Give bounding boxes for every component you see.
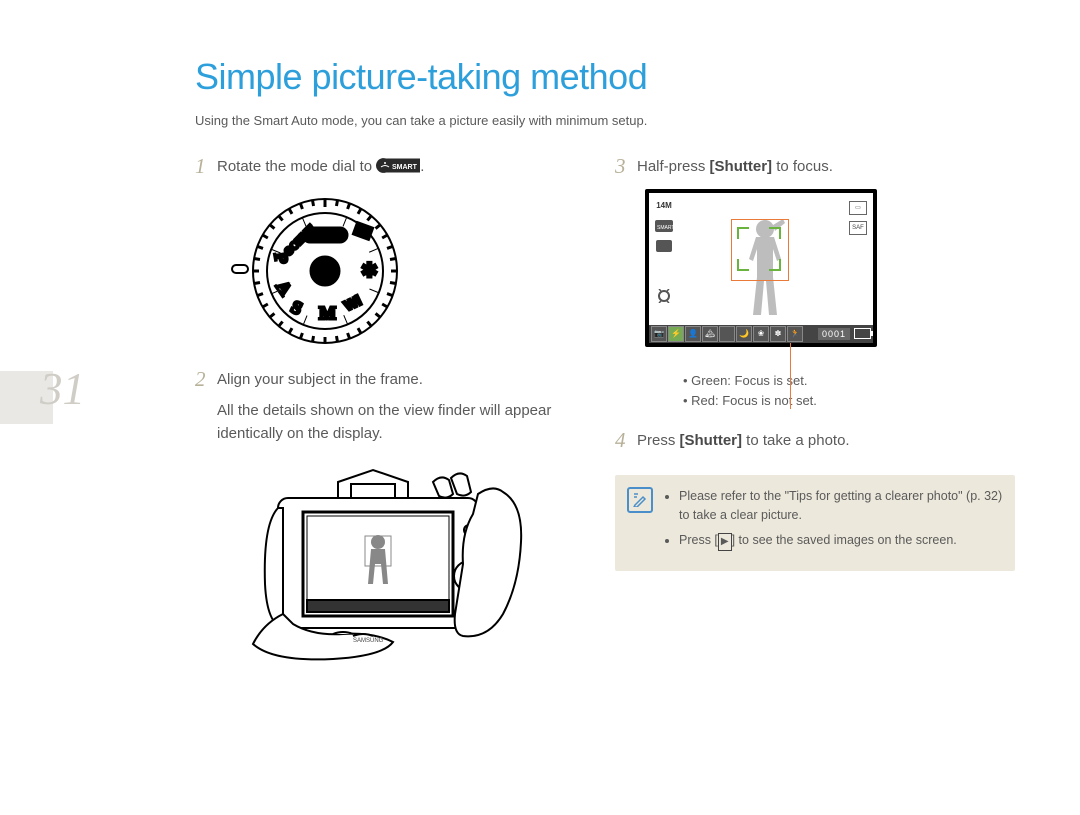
smart-mode-icon: SMART [653,219,675,233]
focus-note-red: Red: Focus is not set. [683,391,895,412]
right-column: 3 Half-press [Shutter] to focus. 14M SMA… [615,142,1015,668]
landscape-scene-icon: 🏔 [702,326,718,342]
ois-icon [653,289,675,303]
macro-scene-icon: ❀ [753,326,769,342]
text-scene-icon: ✽ [770,326,786,342]
page-number: 31 [40,363,85,415]
step-1-text: Rotate the mode dial to SMART . [217,158,424,175]
callout-line [790,343,791,409]
intro-text: Using the Smart Auto mode, you can take … [195,113,647,128]
tip-item-2: Press [▶] to see the saved images on the… [679,531,1003,551]
focus-notes: Green: Focus is set. Red: Focus is not s… [683,371,895,413]
note-icon [627,487,653,513]
step-2: 2 Align your subject in the frame. [195,369,575,392]
svg-text:SAMSUNG: SAMSUNG [353,638,384,644]
single-shot-icon: ▭ [849,201,867,215]
svg-text:✱: ✱ [361,260,378,282]
step-3-number: 3 [615,154,626,179]
flash-auto-icon: ⚡ [668,326,684,342]
tip-2-post: ] to see the saved images on the screen. [732,533,957,547]
lcd-right-icons: ▭ SAF [849,201,867,235]
step-1: 1 Rotate the mode dial to SMART . [195,156,575,179]
lcd-left-icons: 14M SMART [653,199,675,303]
step-3: 3 Half-press [Shutter] to focus. [615,156,1015,179]
tip-2-pre: Press [ [679,533,718,547]
battery-icon [854,328,871,339]
lcd-preview-figure: 14M SMART ▭ SAF [645,189,895,413]
step-3-text: Half-press [Shutter] to focus. [637,158,833,175]
focus-note-green: Green: Focus is set. [683,371,895,392]
step-4-text: Press [Shutter] to take a photo. [637,432,850,449]
portrait-scene-icon: 👤 [685,326,701,342]
step-4-post: to take a photo. [742,432,850,449]
step-4-bold: [Shutter] [680,432,743,449]
step-4-number: 4 [615,428,626,453]
mode-dial-figure: SMART SCENE ✱ Wi M [230,191,575,355]
step-3-bold: [Shutter] [710,158,773,175]
lcd-frame: 14M SMART ▭ SAF [645,189,877,347]
step-2-subtext: All the details shown on the view finder… [217,399,575,446]
step-1-pre: Rotate the mode dial to [217,158,376,175]
step-1-post: . [420,158,424,175]
svg-text:SMART: SMART [392,164,418,171]
svg-text:SMART: SMART [311,234,337,241]
tip-box: Please refer to the "Tips for getting a … [615,475,1015,571]
focus-confirm-brackets [737,227,781,271]
left-column: 1 Rotate the mode dial to SMART . [195,142,575,668]
quality-icon [653,239,675,253]
step-3-pre: Half-press [637,158,710,175]
step-3-post: to focus. [772,158,833,175]
step-4-pre: Press [637,432,680,449]
step-2-number: 2 [195,367,206,392]
tip-item-1: Please refer to the "Tips for getting a … [679,487,1003,526]
action-scene-icon: 🏃 [787,326,803,342]
lcd-bottom-bar: 📷 ⚡ 👤 🏔 🌙 ❀ ✽ 🏃 0001 [649,325,873,343]
camera-holding-figure: SAMSUNG [223,464,575,668]
step-4: 4 Press [Shutter] to take a photo. [615,430,1015,453]
saf-icon: SAF [849,221,867,235]
step-1-number: 1 [195,154,206,179]
svg-text:M: M [319,303,336,323]
playback-button-icon: ▶ [718,533,732,551]
svg-text:SMART: SMART [657,225,673,231]
step-2-text: Align your subject in the frame. [217,371,423,388]
page-title: Simple picture-taking method [195,56,647,98]
tip-list: Please refer to the "Tips for getting a … [663,487,1003,557]
smart-auto-icon: SMART [376,158,420,173]
white-scene-icon [719,326,735,342]
camera-icon: 📷 [651,326,667,342]
resolution-icon: 14M [653,199,675,213]
night-scene-icon: 🌙 [736,326,752,342]
shot-counter: 0001 [818,328,850,340]
